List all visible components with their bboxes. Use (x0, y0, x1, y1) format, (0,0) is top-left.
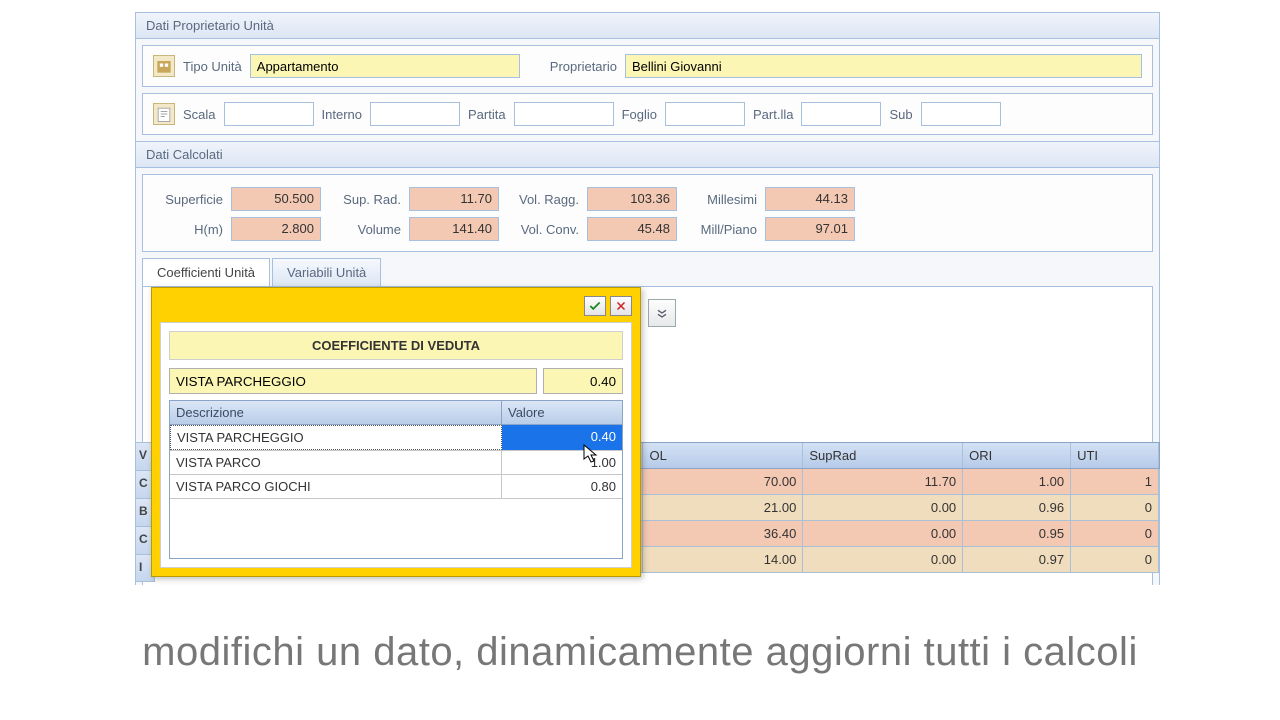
popup-table: Descrizione Valore VISTA PARCHEGGIO 0.40… (169, 400, 623, 559)
bg-col-uti[interactable]: UTI (1071, 443, 1159, 468)
close-icon (615, 300, 627, 312)
popup-row-2[interactable]: VISTA PARCO GIOCHI 0.80 (170, 475, 622, 499)
sub-label: Sub (889, 107, 912, 122)
popup-val-input[interactable] (543, 368, 623, 394)
check-icon (588, 299, 602, 313)
calc-group-title: Dati Calcolati (136, 141, 1159, 168)
tipo-unita-label: Tipo Unità (183, 59, 242, 74)
chevrons-down-icon (654, 305, 670, 321)
suprad-label: Sup. Rad. (329, 192, 401, 207)
tabs: Coefficienti Unità Variabili Unità (142, 258, 1153, 287)
popup-row-0[interactable]: VISTA PARCHEGGIO 0.40 (170, 425, 622, 451)
cancel-button[interactable] (610, 296, 632, 316)
confirm-button[interactable] (584, 296, 606, 316)
partlla-input[interactable] (801, 102, 881, 126)
scala-label: Scala (183, 107, 216, 122)
suprad-value: 11.70 (409, 187, 499, 211)
expand-button[interactable] (648, 299, 676, 327)
doc-icon (153, 103, 175, 125)
proprietario-label: Proprietario (550, 59, 617, 74)
owner-group-body: Tipo Unità Proprietario Scala Interno Pa… (136, 39, 1159, 141)
partita-input[interactable] (514, 102, 614, 126)
caption-band: modifichi un dato, dinamicamente aggiorn… (0, 585, 1280, 720)
volume-value: 141.40 (409, 217, 499, 241)
volragg-label: Vol. Ragg. (507, 192, 579, 207)
popup-title: COEFFICIENTE DI VEDUTA (169, 331, 623, 360)
bg-col-ol[interactable]: OL (643, 443, 803, 468)
sub-input[interactable] (921, 102, 1001, 126)
volconv-value: 45.48 (587, 217, 677, 241)
owner-row1: Tipo Unità Proprietario (142, 45, 1153, 87)
volconv-label: Vol. Conv. (507, 222, 579, 237)
coefficient-popup: COEFFICIENTE DI VEDUTA Descrizione Valor… (151, 287, 641, 577)
foglio-label: Foglio (622, 107, 657, 122)
millesimi-label: Millesimi (685, 192, 757, 207)
caption-text: modifichi un dato, dinamicamente aggiorn… (142, 630, 1138, 675)
tipo-unita-input[interactable] (250, 54, 520, 78)
hm-label: H(m) (153, 222, 223, 237)
unit-icon (153, 55, 175, 77)
bg-col-suprad[interactable]: SupRad (803, 443, 963, 468)
hm-value: 2.800 (231, 217, 321, 241)
partita-label: Partita (468, 107, 506, 122)
tab-coefficienti[interactable]: Coefficienti Unità (142, 258, 270, 286)
interno-input[interactable] (370, 102, 460, 126)
partlla-label: Part.lla (753, 107, 793, 122)
superficie-value: 50.500 (231, 187, 321, 211)
millpiano-label: Mill/Piano (685, 222, 757, 237)
volume-label: Volume (329, 222, 401, 237)
owner-row2: Scala Interno Partita Foglio Part.lla Su… (142, 93, 1153, 135)
millesimi-value: 44.13 (765, 187, 855, 211)
popup-desc-input[interactable] (169, 368, 537, 394)
interno-label: Interno (322, 107, 362, 122)
popup-row-1[interactable]: VISTA PARCO 1.00 (170, 451, 622, 475)
popup-header-val[interactable]: Valore (502, 401, 622, 424)
proprietario-input[interactable] (625, 54, 1142, 78)
volragg-value: 103.36 (587, 187, 677, 211)
superficie-label: Superficie (153, 192, 223, 207)
scala-input[interactable] (224, 102, 314, 126)
owner-group-title: Dati Proprietario Unità (136, 13, 1159, 39)
popup-header-desc[interactable]: Descrizione (170, 401, 502, 424)
foglio-input[interactable] (665, 102, 745, 126)
calc-grid: Superficie 50.500 Sup. Rad. 11.70 Vol. R… (142, 174, 1153, 252)
millpiano-value: 97.01 (765, 217, 855, 241)
tab-variabili[interactable]: Variabili Unità (272, 258, 381, 286)
bg-col-ori[interactable]: ORI (963, 443, 1071, 468)
